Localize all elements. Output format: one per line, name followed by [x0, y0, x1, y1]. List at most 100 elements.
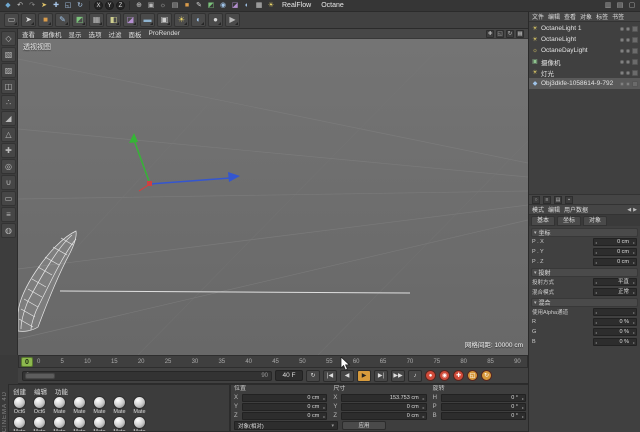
record-position-button[interactable]: ✚	[453, 370, 464, 381]
deform-tool-icon[interactable]: ◪	[123, 13, 138, 27]
object-row[interactable]: ☀ OctaneLight	[529, 34, 640, 45]
points-mode-icon[interactable]: ∴	[1, 95, 16, 110]
axis-z-button[interactable]: Z	[116, 1, 125, 10]
record-rotation-button[interactable]: ↻	[481, 370, 492, 381]
wireframe-mesh[interactable]	[18, 230, 77, 332]
section-header-coordinates[interactable]: 坐标	[531, 228, 638, 237]
apply-button[interactable]: 应用	[342, 421, 386, 430]
live-selection-icon[interactable]: ➤	[39, 1, 49, 11]
render-view-icon[interactable]: ▣	[146, 1, 156, 11]
attribute-field[interactable]: 0 %	[593, 338, 637, 346]
visibility-dot-editor[interactable]	[620, 70, 624, 75]
model-mode-icon[interactable]: ▧	[1, 47, 16, 62]
deformer-icon[interactable]: ◪	[230, 1, 240, 11]
sound-button[interactable]: ♪	[408, 369, 422, 382]
boole-tool-icon[interactable]: ◧	[106, 13, 121, 27]
object-tag-icon[interactable]	[632, 80, 638, 87]
size-field[interactable]: 153.753 cm	[341, 394, 427, 402]
viewport-menu-item[interactable]: 查看	[22, 29, 35, 39]
viewport-menu-item[interactable]: 面板	[129, 29, 142, 39]
position-field[interactable]: 0 cm	[242, 403, 328, 411]
next-frame-button[interactable]: ▶|	[374, 369, 388, 382]
attribute-tab[interactable]: 坐标	[557, 216, 582, 226]
cube-primitive-icon[interactable]: ■	[182, 1, 192, 11]
light-icon[interactable]: ☀	[266, 1, 276, 11]
material-item[interactable]: Mate	[91, 396, 108, 415]
attribute-field[interactable]: 0 cm	[593, 248, 637, 256]
object-menu-item[interactable]: 标签	[596, 12, 608, 21]
object-row[interactable]: ▣ 摄像机	[529, 56, 640, 67]
visibility-dot-editor[interactable]	[620, 59, 624, 64]
visibility-dot-render[interactable]	[626, 37, 630, 42]
lock-icon[interactable]: ▪	[565, 195, 573, 204]
layout-icon[interactable]: ▥	[603, 1, 613, 11]
object-row[interactable]: ☀ 灯光	[529, 67, 640, 78]
rotate-view-icon[interactable]: ↻	[506, 29, 514, 38]
attribute-tab[interactable]: 基本	[531, 216, 556, 226]
make-editable-icon[interactable]: ◇	[1, 31, 16, 46]
position-field[interactable]: 0 cm	[242, 412, 328, 420]
attribute-tab[interactable]: 对象	[583, 216, 608, 226]
attribute-field[interactable]: 0 cm	[593, 258, 637, 266]
rotation-field[interactable]: 0 °	[440, 403, 526, 411]
measure-icon[interactable]: ◍	[1, 223, 16, 238]
render-settings-icon[interactable]: ☼	[158, 1, 168, 11]
attribute-field[interactable]	[593, 308, 637, 316]
rotation-field[interactable]: 0 °	[440, 412, 526, 420]
undo-icon[interactable]: ↶	[15, 1, 25, 11]
object-row[interactable]: ☀ OctaneLight 1	[529, 23, 640, 34]
material-item[interactable]: Mate	[51, 396, 68, 415]
panels-icon[interactable]: ▤	[615, 1, 625, 11]
loop-button[interactable]: ↻	[306, 369, 320, 382]
object-tag-icon[interactable]	[632, 47, 638, 54]
attr-back-icon[interactable]: ◀	[627, 207, 631, 213]
object-row[interactable]: ◆ Obj3dkfe-1058614-9-792	[529, 78, 640, 89]
attribute-field[interactable]: 0 cm	[593, 238, 637, 246]
object-menu-item[interactable]: 编辑	[548, 12, 560, 21]
material-tool-icon[interactable]: ●	[208, 13, 223, 27]
visibility-dot-render[interactable]	[626, 81, 630, 86]
frame-field[interactable]: 40 F	[275, 370, 303, 381]
section-header-blend[interactable]: 混合	[531, 298, 638, 307]
attribute-menu-item[interactable]: 编辑	[548, 205, 560, 214]
position-field[interactable]: 0 cm	[242, 394, 328, 402]
material-item[interactable]: Oct6	[31, 396, 48, 415]
layer-icon[interactable]: ▤	[554, 195, 562, 204]
attribute-menu-item[interactable]: 模式	[532, 205, 544, 214]
pan-view-icon[interactable]: ✚	[486, 29, 494, 38]
polygons-mode-icon[interactable]: △	[1, 127, 16, 142]
light-tool-icon[interactable]: ☀	[174, 13, 189, 27]
attribute-field[interactable]: 0 %	[593, 328, 637, 336]
size-field[interactable]: 0 cm	[341, 403, 427, 411]
object-tag-icon[interactable]	[632, 69, 638, 76]
axis-y-button[interactable]: Y	[105, 1, 114, 10]
visibility-dot-render[interactable]	[626, 70, 630, 75]
render-queue-icon[interactable]: ▤	[170, 1, 180, 11]
visibility-dot-editor[interactable]	[620, 81, 624, 86]
object-menu-item[interactable]: 文件	[532, 12, 544, 21]
visibility-dot-render[interactable]	[626, 48, 630, 53]
move-icon[interactable]: ✚	[51, 1, 61, 11]
material-item[interactable]: Mate	[111, 416, 128, 431]
floor-tool-icon[interactable]: ▬	[140, 13, 155, 27]
goto-end-button[interactable]: ▶▶	[391, 369, 405, 382]
history-icon[interactable]: ▭	[4, 13, 19, 27]
array-tool-icon[interactable]: ▦	[89, 13, 104, 27]
material-menu-item[interactable]: 编辑	[34, 386, 47, 396]
menu-octane[interactable]: Octane	[317, 2, 348, 9]
spline-pen-icon[interactable]: ✎	[194, 1, 204, 11]
workplane-lock-icon[interactable]: ▭	[1, 191, 16, 206]
render-tool-icon[interactable]: ▶	[225, 13, 240, 27]
goto-start-button[interactable]: |◀	[323, 369, 337, 382]
camera-tool-icon[interactable]: ▣	[157, 13, 172, 27]
subdiv-tool-icon[interactable]: ◩	[72, 13, 87, 27]
material-item[interactable]: Mate	[31, 416, 48, 431]
axis-gizmo[interactable]	[129, 133, 240, 192]
attr-forward-icon[interactable]: ▶	[633, 207, 637, 213]
spline-tool-icon[interactable]: ✎	[55, 13, 70, 27]
instance-icon[interactable]: ◉	[218, 1, 228, 11]
attribute-field[interactable]: 0 %	[593, 318, 637, 326]
window-icon[interactable]: ▢	[627, 1, 637, 11]
record-keyframe-button[interactable]: ●	[425, 370, 436, 381]
search-icon[interactable]: ○	[532, 195, 540, 204]
